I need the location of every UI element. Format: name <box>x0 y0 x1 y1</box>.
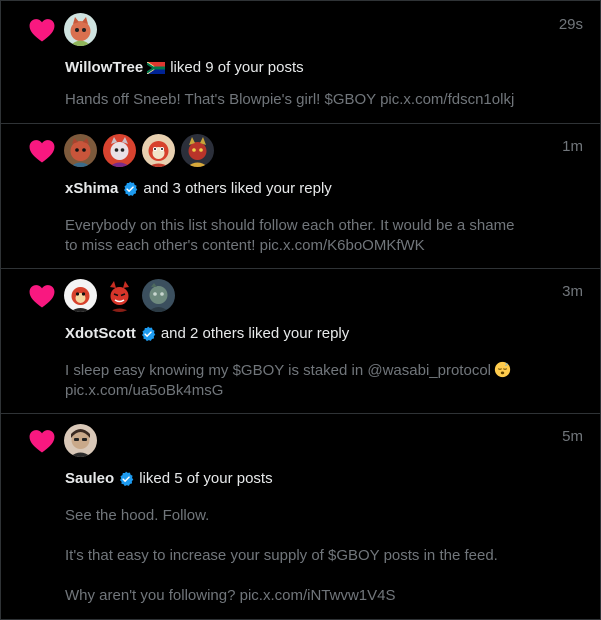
sleeping-face-emoji: z <box>494 361 511 378</box>
notification-action: Sauleo liked 5 of your posts <box>65 470 273 487</box>
post-preview[interactable]: Hands off Sneeb! That's Blowpie's girl! … <box>65 90 535 110</box>
post-preview[interactable]: Everybody on this list should follow eac… <box>65 216 535 256</box>
username-link[interactable]: XdotScott <box>65 325 136 342</box>
notification-action: xShima and 3 others liked your reply <box>65 180 332 197</box>
avatar-group <box>64 424 97 458</box>
avatar[interactable] <box>142 134 175 167</box>
avatar-group <box>64 13 97 47</box>
avatar[interactable] <box>103 279 136 312</box>
action-text: liked 9 of your posts <box>170 59 304 76</box>
post-text-line: to miss each other's content! pic.x.com/… <box>65 237 425 254</box>
post-preview[interactable]: See the hood. Follow. It's that easy to … <box>65 506 535 606</box>
verified-badge-icon <box>124 181 138 196</box>
avatar-group <box>64 134 214 168</box>
heart-icon <box>29 140 55 163</box>
south-africa-flag-icon <box>147 61 166 74</box>
timestamp: 1m <box>562 138 583 155</box>
avatar[interactable] <box>103 134 136 167</box>
timestamp: 29s <box>558 16 583 33</box>
avatar-group <box>64 279 175 313</box>
avatar[interactable] <box>181 134 214 167</box>
notification-action: WillowTree liked 9 of your posts <box>65 59 304 76</box>
notification-item[interactable]: 3m XdotScott and 2 others liked your rep… <box>1 269 600 414</box>
heart-icon <box>29 19 55 42</box>
timestamp: 5m <box>562 428 583 445</box>
post-paragraph: See the hood. Follow. <box>65 507 210 524</box>
action-text: liked 5 of your posts <box>139 470 273 487</box>
username-link[interactable]: xShima <box>65 180 118 197</box>
post-text-line: Everybody on this list should follow eac… <box>65 217 515 234</box>
notification-item[interactable]: 5m Sauleo liked 5 of your posts See the … <box>1 414 600 619</box>
timestamp: 3m <box>562 283 583 300</box>
avatar[interactable] <box>64 279 97 312</box>
avatar[interactable] <box>64 13 97 46</box>
action-text: and 3 others liked your reply <box>143 180 332 197</box>
avatar[interactable] <box>142 279 175 312</box>
post-text-line: I sleep easy knowing my $GBOY is staked … <box>65 361 535 381</box>
notifications-list: 29s WillowTree liked 9 of your posts Han… <box>0 0 601 620</box>
notification-item[interactable]: 1m xShima and 3 others liked your reply … <box>1 124 600 269</box>
post-text: I sleep easy knowing my $GBOY is staked … <box>65 362 491 379</box>
username-link[interactable]: WillowTree <box>65 59 143 76</box>
heart-icon <box>29 285 55 308</box>
verified-badge-icon <box>120 471 134 486</box>
post-paragraph: It's that easy to increase your supply o… <box>65 547 498 564</box>
post-text-line: pic.x.com/ua5oBk4msG <box>65 382 224 399</box>
svg-text:z: z <box>505 362 508 368</box>
username-link[interactable]: Sauleo <box>65 470 114 487</box>
verified-badge-icon <box>141 326 156 341</box>
post-preview[interactable]: I sleep easy knowing my $GBOY is staked … <box>65 361 535 401</box>
post-text-line: Hands off Sneeb! That's Blowpie's girl! … <box>65 91 515 108</box>
notification-action: XdotScott and 2 others liked your reply <box>65 325 349 342</box>
avatar[interactable] <box>64 424 97 457</box>
action-text: and 2 others liked your reply <box>160 325 350 342</box>
avatar[interactable] <box>64 134 97 167</box>
heart-icon <box>29 430 55 453</box>
post-paragraph: Why aren't you following? pic.x.com/iNTw… <box>65 587 396 604</box>
notification-item[interactable]: 29s WillowTree liked 9 of your posts Han… <box>1 1 600 124</box>
